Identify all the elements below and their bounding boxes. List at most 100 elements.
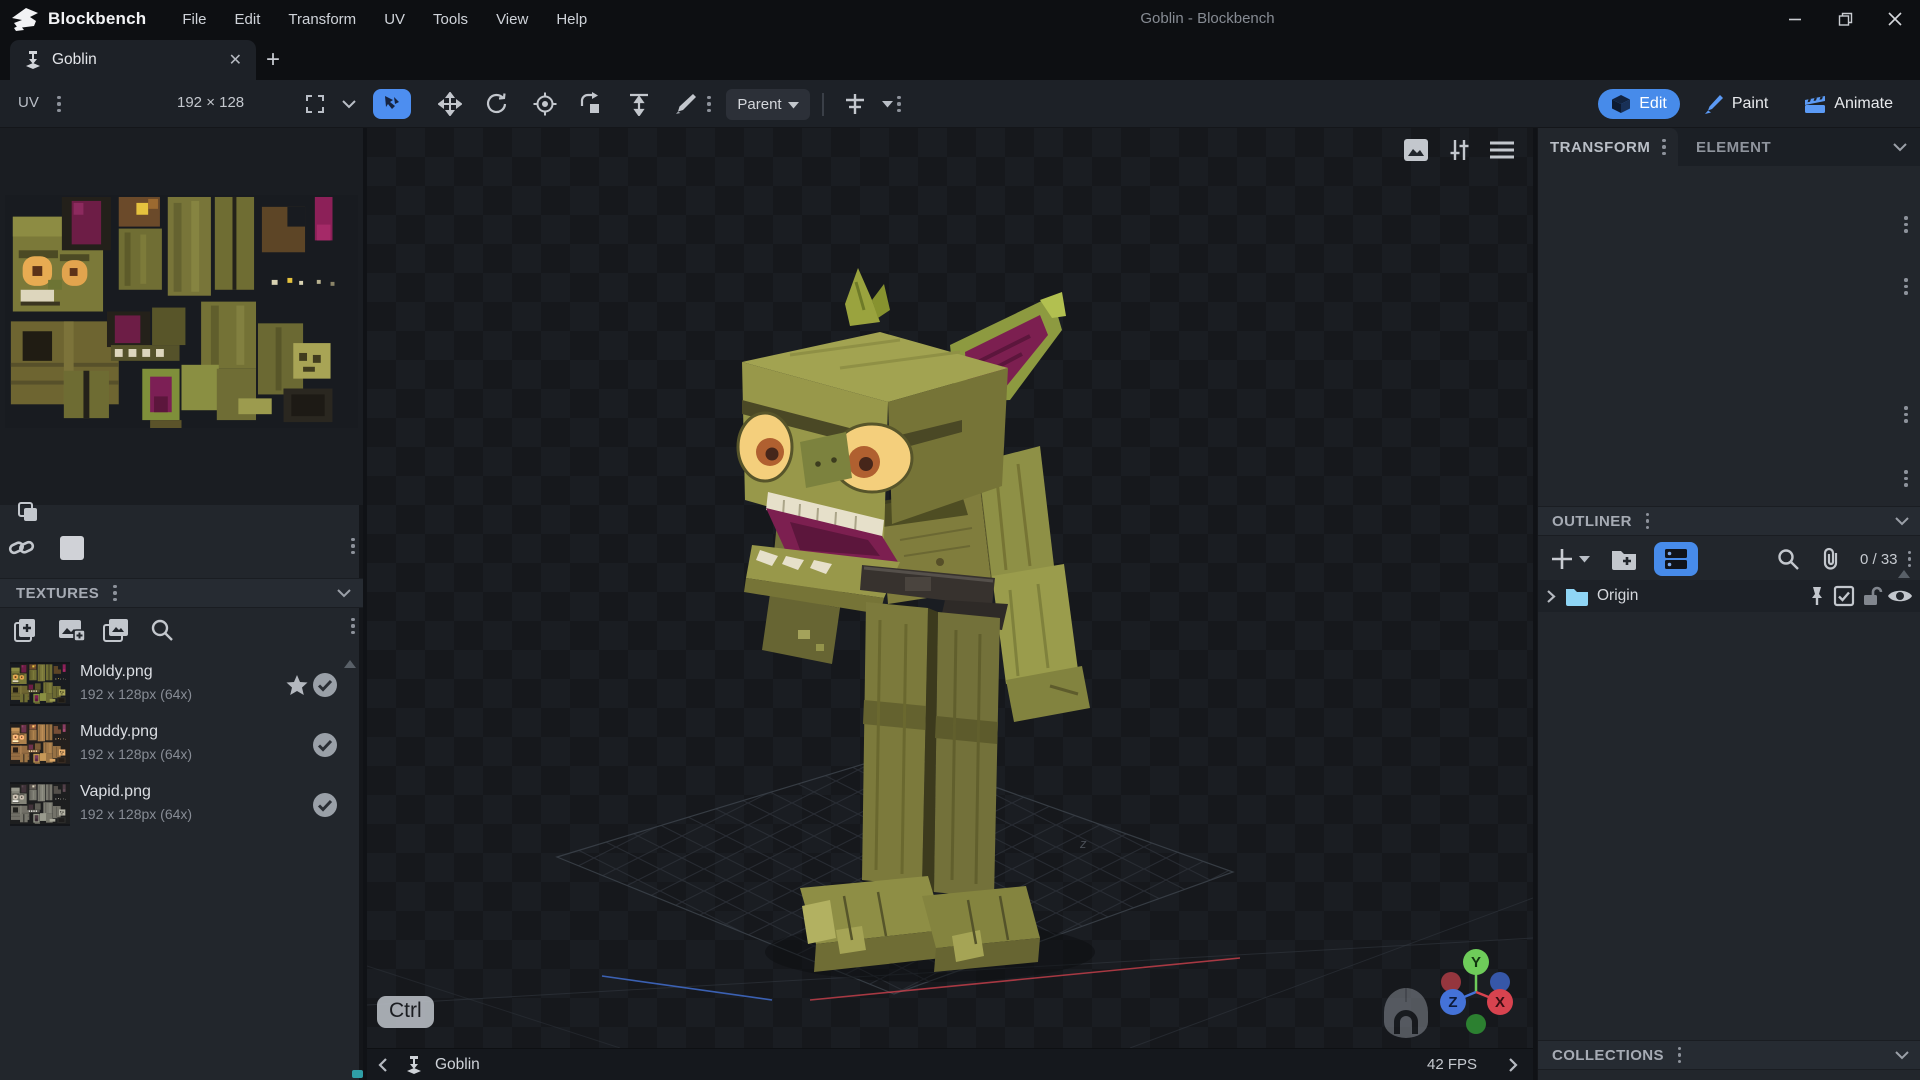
tab-goblin[interactable]: Goblin ✕ xyxy=(10,40,256,80)
collections-section-header[interactable]: COLLECTIONS xyxy=(1538,1040,1920,1070)
select-tool-button[interactable] xyxy=(373,89,411,119)
create-texture-icon[interactable] xyxy=(12,616,40,644)
panel-resize-handle[interactable] xyxy=(1904,216,1908,233)
add-element-icon[interactable] xyxy=(1550,547,1574,571)
outliner-view-toggle-active[interactable] xyxy=(1654,542,1698,576)
axis-gizmo[interactable]: Y Z X xyxy=(1440,949,1513,1034)
uv-options-kebab-icon[interactable] xyxy=(346,538,360,554)
menu-file[interactable]: File xyxy=(168,2,220,37)
mode-edit-button[interactable]: Edit xyxy=(1598,89,1680,119)
chevron-down-icon[interactable] xyxy=(334,89,364,119)
import-multiple-textures-icon[interactable] xyxy=(102,616,130,644)
outliner-kebab-icon[interactable] xyxy=(1646,513,1650,530)
textures-section-header[interactable]: TEXTURES xyxy=(0,578,363,608)
menu-bar: File Edit Transform UV Tools View Help xyxy=(168,2,601,37)
lock-open-icon[interactable] xyxy=(1861,585,1883,607)
background-image-icon[interactable] xyxy=(1403,138,1429,162)
canvas-size-label: 192 × 128 xyxy=(177,94,244,111)
pivot-tool-icon[interactable] xyxy=(530,89,560,119)
collections-collapse-chevron-icon[interactable] xyxy=(1895,1050,1909,1060)
breadcrumb-project-icon xyxy=(403,1054,425,1076)
outliner-toolbar: 0 / 33 xyxy=(1538,538,1920,580)
breadcrumb-back-chevron-icon[interactable] xyxy=(377,1057,389,1073)
texture-item-muddy[interactable]: Muddy.png 192 x 128px (64x) xyxy=(0,715,363,775)
scrollbar-nub[interactable] xyxy=(352,1070,363,1078)
mode-switcher: Edit Paint Animate xyxy=(1598,87,1906,121)
fullscreen-icon[interactable] xyxy=(300,89,330,119)
textures-collapse-chevron-icon[interactable] xyxy=(337,588,351,598)
visibility-eye-icon[interactable] xyxy=(1887,586,1913,606)
expand-chevron-icon[interactable] xyxy=(1546,589,1557,604)
tab-label: Goblin xyxy=(52,51,229,69)
checkbox-checked-icon[interactable] xyxy=(1833,585,1855,607)
textures-header-label: TEXTURES xyxy=(16,585,99,602)
menu-tools[interactable]: Tools xyxy=(419,2,482,37)
tools-kebab-icon[interactable] xyxy=(702,96,716,112)
menu-transform[interactable]: Transform xyxy=(274,2,370,37)
panel-resize-handle[interactable] xyxy=(1904,470,1908,487)
mode-animate-button[interactable]: Animate xyxy=(1791,89,1906,119)
search-textures-icon[interactable] xyxy=(148,616,176,644)
transform-kebab-icon[interactable] xyxy=(1662,139,1666,156)
textures-kebab-icon[interactable] xyxy=(113,585,117,602)
axis-y-label: Y xyxy=(1471,954,1481,971)
align-lines-icon[interactable] xyxy=(840,89,870,119)
outliner-toolbar-kebab-icon[interactable] xyxy=(1908,551,1912,568)
tab-close-icon[interactable]: ✕ xyxy=(229,50,242,70)
texture-list-kebab-icon[interactable] xyxy=(346,618,360,634)
restore-button[interactable] xyxy=(1820,0,1870,38)
color-swatch[interactable] xyxy=(58,534,86,562)
mode-paint-button[interactable]: Paint xyxy=(1690,89,1781,120)
minimize-button[interactable] xyxy=(1770,0,1820,38)
collections-kebab-icon[interactable] xyxy=(1678,1047,1682,1064)
breadcrumb-forward-chevron-icon[interactable] xyxy=(1507,1057,1519,1073)
flip-tool-icon[interactable] xyxy=(576,89,606,119)
toolbar-divider xyxy=(822,93,824,116)
breadcrumb-label[interactable]: Goblin xyxy=(435,1056,480,1074)
link-texture-icon[interactable] xyxy=(8,534,36,562)
texture-item-moldy[interactable]: Moldy.png 192 x 128px (64x) xyxy=(0,655,363,715)
rotate-tool-icon[interactable] xyxy=(482,89,512,119)
fps-counter: 42 FPS xyxy=(1427,1056,1477,1073)
uv-menu-kebab-icon[interactable] xyxy=(52,96,66,112)
check-circle-icon[interactable] xyxy=(312,792,338,818)
viewport-3d[interactable]: z xyxy=(367,128,1533,1048)
parent-dropdown[interactable]: Parent xyxy=(726,89,810,120)
outliner-section-header[interactable]: OUTLINER xyxy=(1538,506,1920,536)
copy-uv-icon[interactable] xyxy=(14,498,42,526)
panel-resize-handle[interactable] xyxy=(1904,406,1908,423)
check-circle-icon[interactable] xyxy=(312,732,338,758)
texture-item-vapid[interactable]: Vapid.png 192 x 128px (64x) xyxy=(0,775,363,835)
add-group-icon[interactable] xyxy=(1610,547,1638,571)
panel-collapse-chevron-icon[interactable] xyxy=(1893,142,1907,152)
origin-group-label: Origin xyxy=(1597,587,1807,605)
menu-help[interactable]: Help xyxy=(542,2,601,37)
align-kebab-icon[interactable] xyxy=(892,96,906,112)
viewport-menu-icon[interactable] xyxy=(1489,139,1515,161)
brush-tool-icon[interactable] xyxy=(670,89,700,119)
new-tab-button[interactable]: + xyxy=(258,46,288,74)
paperclip-icon[interactable] xyxy=(1820,547,1842,571)
stretch-tool-icon[interactable] xyxy=(624,89,654,119)
search-outliner-icon[interactable] xyxy=(1776,547,1800,571)
menu-view[interactable]: View xyxy=(482,2,542,37)
star-icon[interactable] xyxy=(285,673,309,697)
uv-panel-label: UV xyxy=(18,94,39,111)
viewport-sliders-icon[interactable] xyxy=(1447,138,1471,162)
close-button[interactable] xyxy=(1870,0,1920,38)
tab-transform[interactable]: TRANSFORM xyxy=(1538,128,1678,166)
add-element-dropdown-icon[interactable] xyxy=(1579,555,1590,563)
import-texture-icon[interactable] xyxy=(57,616,85,644)
outliner-scroll-arrow[interactable] xyxy=(1898,570,1910,578)
tab-element[interactable]: ELEMENT xyxy=(1696,128,1771,166)
outliner-collapse-chevron-icon[interactable] xyxy=(1895,516,1909,526)
menu-edit[interactable]: Edit xyxy=(221,2,275,37)
texture-name: Moldy.png xyxy=(80,663,153,681)
texture-atlas-preview[interactable] xyxy=(5,195,358,428)
menu-uv[interactable]: UV xyxy=(370,2,419,37)
panel-resize-handle[interactable] xyxy=(1904,278,1908,295)
check-circle-icon[interactable] xyxy=(312,672,338,698)
move-tool-icon[interactable] xyxy=(435,89,465,119)
pin-icon[interactable] xyxy=(1807,585,1827,607)
outliner-item-origin[interactable]: Origin xyxy=(1538,580,1920,612)
